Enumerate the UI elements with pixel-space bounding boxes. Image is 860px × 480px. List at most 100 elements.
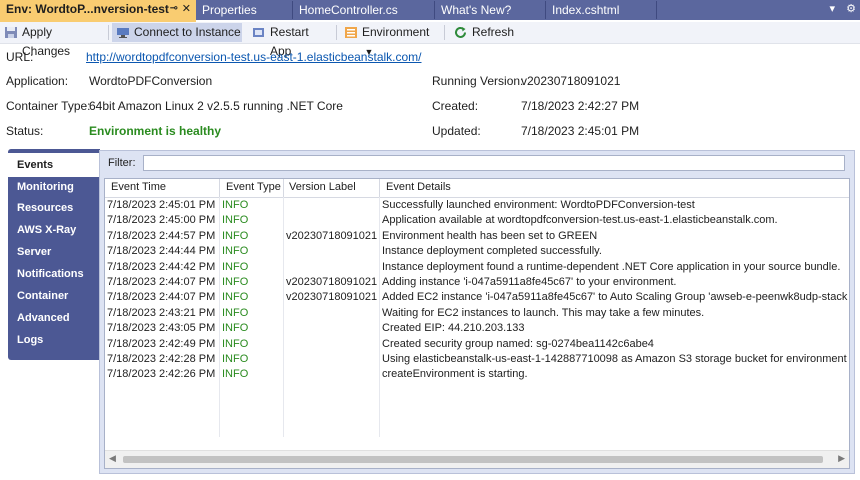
event-details-cell: Created EIP: 44.210.203.133	[382, 322, 525, 335]
tab-label: What's New?	[441, 3, 512, 17]
nav-server[interactable]: Server	[8, 241, 100, 263]
table-row[interactable]: 7/18/2023 2:44:07 PM INFO v20230718091021 A…	[105, 290, 849, 305]
environment-sidenav: Events Monitoring Resources AWS X-Ray Se…	[8, 149, 102, 360]
table-row[interactable]: 7/18/2023 2:45:00 PM INFO Application avai…	[105, 213, 849, 228]
table-row[interactable]: 7/18/2023 2:44:42 PM INFO Instance deploym…	[105, 260, 849, 275]
column-divider[interactable]	[283, 179, 284, 197]
table-row[interactable]: 7/18/2023 2:42:26 PM INFO createEnvironmen…	[105, 367, 849, 382]
event-time-cell: 7/18/2023 2:42:26 PM	[107, 368, 216, 381]
refresh-icon	[455, 26, 466, 38]
table-row[interactable]: 7/18/2023 2:44:57 PM INFO v20230718091021 E…	[105, 229, 849, 244]
tab-homecontroller[interactable]: HomeController.cs	[293, 1, 435, 19]
event-details-cell: Created security group named: sg-0274bea…	[382, 337, 654, 350]
events-grid: Event Time Event Type Version Label Even…	[104, 178, 850, 469]
column-header-event-details[interactable]: Event Details	[386, 181, 451, 193]
table-row[interactable]: 7/18/2023 2:45:01 PM INFO Successfully lau…	[105, 198, 849, 213]
environment-icon	[345, 27, 357, 38]
scroll-right-icon[interactable]: ▶	[838, 453, 845, 464]
event-type-cell: INFO	[222, 306, 249, 319]
nav-container[interactable]: Container	[8, 285, 100, 307]
table-row[interactable]: 7/18/2023 2:43:05 PM INFO Created EIP: 44.…	[105, 321, 849, 336]
tab-properties[interactable]: Properties	[196, 1, 293, 19]
settings-gear-icon[interactable]: ⚙	[846, 3, 856, 15]
status-label: Status:	[6, 124, 44, 138]
column-header-event-type[interactable]: Event Type	[226, 181, 281, 193]
tab-whats-new[interactable]: What's New?	[435, 1, 546, 19]
event-details-cell: Application available at wordtopdfconver…	[382, 214, 778, 227]
event-details-cell: Environment health has been set to GREEN	[382, 229, 598, 242]
event-type-cell: INFO	[222, 291, 249, 304]
column-header-event-time[interactable]: Event Time	[111, 181, 166, 193]
restart-app-button[interactable]: Restart App	[248, 23, 332, 58]
version-label-cell: v20230718091021	[286, 291, 378, 304]
version-label-cell: v20230718091021	[286, 276, 378, 288]
event-type-cell: INFO	[222, 322, 249, 335]
refresh-button[interactable]: Refresh	[450, 23, 514, 42]
event-type-cell: INFO	[222, 260, 249, 273]
running-version-value: v20230718091021	[521, 74, 621, 88]
table-row[interactable]: 7/18/2023 2:42:28 PM INFO Using elasticbea…	[105, 352, 849, 367]
remote-desktop-icon	[117, 28, 129, 38]
event-time-cell: 7/18/2023 2:43:21 PM	[107, 306, 216, 319]
updated-value: 7/18/2023 2:45:01 PM	[521, 124, 640, 138]
nav-monitoring[interactable]: Monitoring	[8, 176, 100, 198]
updated-label: Updated:	[432, 124, 481, 138]
close-icon[interactable]: ✕	[182, 0, 191, 18]
dropdown-icon[interactable]: ▾	[830, 3, 836, 15]
scroll-left-icon[interactable]: ◀	[109, 453, 116, 464]
environment-menu-button[interactable]: Environment ▼	[340, 23, 440, 57]
tab-environment[interactable]: Env: WordtoP...nversion-test ⊸ ✕	[0, 0, 196, 22]
filter-input[interactable]	[143, 155, 845, 171]
tab-overflow-menu: ▾ ⚙	[822, 2, 856, 15]
scrollbar-thumb[interactable]	[123, 456, 823, 463]
nav-notifications[interactable]: Notifications	[8, 263, 100, 285]
apply-changes-button[interactable]: Apply Changes	[0, 23, 102, 58]
tab-label: Properties	[202, 3, 257, 17]
save-icon	[5, 27, 17, 38]
connect-to-instance-label: Connect to Instance	[134, 25, 241, 39]
table-row[interactable]: 7/18/2023 2:42:49 PM INFO Created security…	[105, 337, 849, 352]
created-label: Created:	[432, 99, 479, 113]
pin-icon[interactable]: ⊸	[170, 0, 178, 18]
nav-logs[interactable]: Logs	[8, 329, 100, 351]
table-row[interactable]: 7/18/2023 2:44:44 PM INFO Instance deploym…	[105, 244, 849, 259]
event-time-cell: 7/18/2023 2:45:00 PM	[107, 214, 216, 227]
environment-label: Environment	[362, 25, 430, 39]
url-label: URL:	[6, 50, 34, 64]
container-type-label: Container Type:	[6, 99, 91, 113]
table-row[interactable]: 7/18/2023 2:43:21 PM INFO Waiting for EC2 …	[105, 306, 849, 321]
column-header-version-label[interactable]: Version Label	[289, 181, 356, 193]
nav-aws-xray[interactable]: AWS X-Ray	[8, 219, 100, 241]
event-type-cell: INFO	[222, 353, 249, 365]
event-type-cell: INFO	[222, 214, 249, 227]
environment-toolbar: Apply Changes Connect to Instance Restar…	[0, 22, 860, 58]
filter-label: Filter:	[108, 157, 136, 169]
nav-events[interactable]: Events	[8, 153, 102, 177]
event-time-cell: 7/18/2023 2:44:07 PM	[107, 291, 216, 304]
table-row[interactable]: 7/18/2023 2:44:07 PM INFO v20230718091021 A…	[105, 275, 849, 290]
created-value: 7/18/2023 2:42:27 PM	[521, 99, 640, 113]
horizontal-scrollbar[interactable]: ◀ ▶	[105, 450, 849, 468]
event-time-cell: 7/18/2023 2:42:28 PM	[107, 353, 216, 365]
toolbar-divider	[336, 25, 337, 40]
tab-index-cshtml[interactable]: Index.cshtml	[546, 1, 657, 19]
event-details-cell: Adding instance 'i-047a5911a8fe45c67' to…	[382, 276, 677, 288]
event-time-cell: 7/18/2023 2:44:42 PM	[107, 260, 216, 273]
tab-label: Env: WordtoP...nversion-test	[6, 2, 169, 16]
version-label-cell: v20230718091021	[286, 229, 378, 242]
column-divider[interactable]	[219, 179, 220, 197]
environment-url-link[interactable]: http://wordtopdfconversion-test.us-east-…	[86, 50, 422, 64]
nav-advanced[interactable]: Advanced	[8, 307, 100, 329]
event-type-cell: INFO	[222, 368, 249, 381]
connect-to-instance-button[interactable]: Connect to Instance	[112, 23, 242, 42]
column-divider[interactable]	[379, 179, 380, 197]
event-time-cell: 7/18/2023 2:42:49 PM	[107, 337, 216, 350]
restart-icon	[253, 28, 264, 37]
tab-label: HomeController.cs	[299, 3, 398, 17]
container-type-value: 64bit Amazon Linux 2 v2.5.5 running .NET…	[89, 99, 343, 113]
nav-resources[interactable]: Resources	[8, 197, 100, 219]
running-version-label: Running Version:	[432, 74, 524, 88]
event-type-cell: INFO	[222, 199, 249, 211]
event-time-cell: 7/18/2023 2:44:44 PM	[107, 245, 216, 258]
document-tab-bar: Env: WordtoP...nversion-test ⊸ ✕ Propert…	[0, 0, 860, 22]
